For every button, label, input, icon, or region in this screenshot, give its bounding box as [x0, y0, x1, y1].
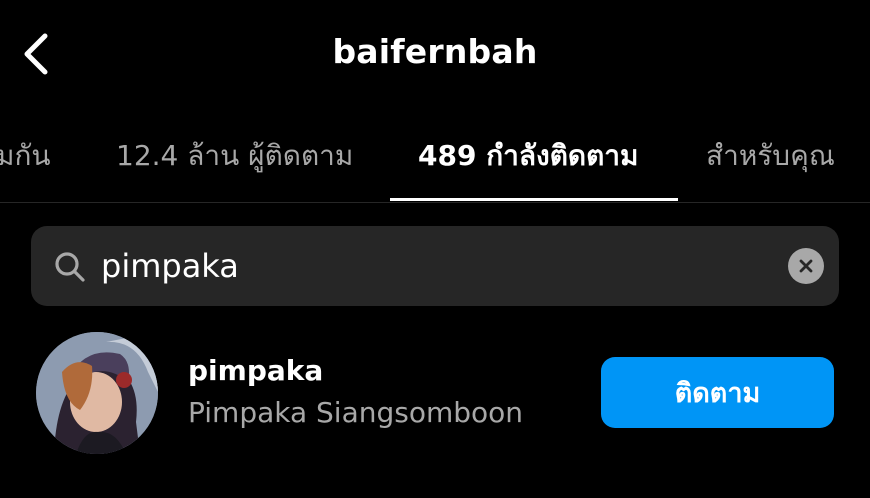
list-item[interactable]: pimpaka Pimpaka Siangsomboon ติดตาม — [0, 326, 870, 466]
screen: baifernbah มกัน 12.4 ล้าน ผู้ติดตาม 489 … — [0, 0, 870, 498]
tab-followers[interactable]: 12.4 ล้าน ผู้ติดตาม — [116, 134, 353, 178]
tab-following[interactable]: 489 กำลังติดตาม — [418, 134, 638, 178]
avatar-photo — [36, 332, 158, 454]
avatar[interactable] — [36, 332, 158, 454]
clear-search-button[interactable] — [788, 248, 824, 284]
page-title: baifernbah — [332, 32, 538, 71]
result-username[interactable]: pimpaka — [188, 354, 323, 387]
tab-for-you[interactable]: สำหรับคุณ — [706, 134, 835, 178]
close-icon — [799, 259, 813, 273]
header: baifernbah — [0, 0, 870, 110]
search-icon — [55, 252, 85, 282]
result-full-name: Pimpaka Siangsomboon — [188, 396, 524, 429]
active-tab-indicator — [390, 198, 678, 201]
tab-bar: มกัน 12.4 ล้าน ผู้ติดตาม 489 กำลังติดตาม… — [0, 110, 870, 203]
follow-button[interactable]: ติดตาม — [601, 357, 834, 428]
tab-mutual[interactable]: มกัน — [0, 134, 51, 178]
search-bar[interactable] — [31, 226, 839, 306]
search-input[interactable] — [101, 242, 761, 290]
